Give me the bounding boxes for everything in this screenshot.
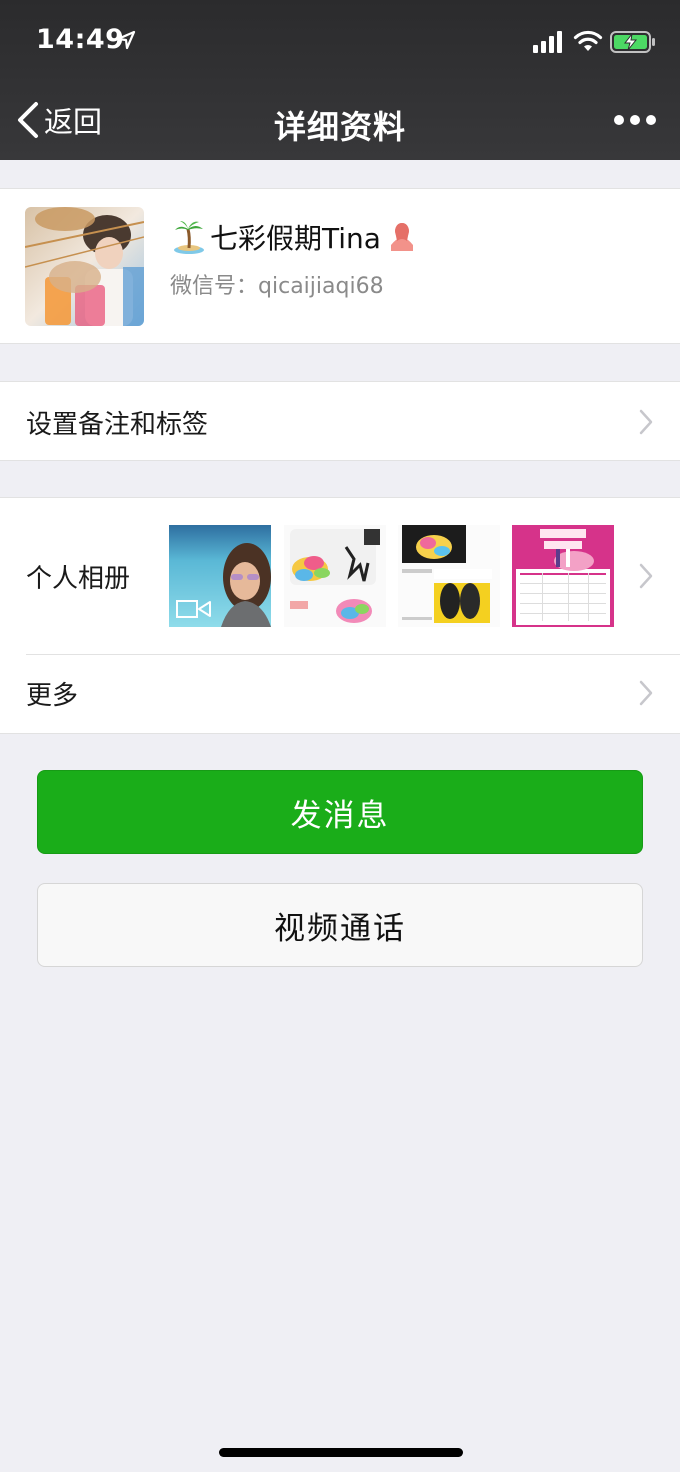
album-thumbnail[interactable]: [512, 525, 614, 627]
wechat-id-value: qicaijiaqi68: [258, 274, 384, 299]
top-bar: 14:49 返回 详细资料: [0, 0, 680, 160]
album-group: 个人相册 更多: [0, 497, 680, 734]
wechat-id-row: 微信号：qicaijiaqi68: [170, 268, 384, 300]
home-indicator[interactable]: [219, 1448, 463, 1457]
profile-name: 七彩假期Tina: [210, 222, 381, 255]
personal-album-label: 个人相册: [26, 564, 131, 594]
chevron-left-icon: [18, 102, 38, 138]
navigation-bar: 返回 详细资料: [0, 84, 680, 160]
album-thumbnail[interactable]: [398, 525, 500, 627]
video-camera-icon: [176, 600, 211, 618]
more-label: 更多: [26, 681, 79, 711]
chevron-right-icon: [639, 563, 653, 589]
cellular-signal-icon: [533, 31, 562, 53]
location-arrow-icon: [116, 30, 136, 50]
status-time: 14:49: [36, 24, 125, 55]
personal-album-row[interactable]: 个人相册: [0, 498, 680, 654]
back-button[interactable]: 返回: [14, 98, 102, 142]
more-row[interactable]: 更多: [0, 655, 680, 735]
chevron-right-icon: [639, 409, 653, 435]
wechat-id-label: 微信号：: [170, 274, 259, 299]
remark-and-tags-row[interactable]: 设置备注和标签: [0, 381, 680, 461]
name-row: 七彩假期Tina: [172, 217, 419, 257]
back-label: 返回: [44, 105, 103, 139]
remark-and-tags-label: 设置备注和标签: [26, 410, 209, 440]
send-message-button[interactable]: 发消息: [37, 770, 643, 854]
album-thumbnail[interactable]: [169, 525, 271, 627]
album-thumbnail[interactable]: [284, 525, 386, 627]
video-call-button[interactable]: 视频通话: [37, 883, 643, 967]
palm-island-icon: [174, 221, 204, 254]
more-dots-icon[interactable]: [614, 108, 656, 132]
battery-charging-icon: [610, 31, 655, 53]
chevron-right-icon: [639, 680, 653, 706]
avatar[interactable]: [25, 207, 144, 326]
female-icon: [390, 223, 413, 251]
wifi-icon: [573, 30, 603, 51]
profile-card: 七彩假期Tina 微信号：qicaijiaqi68: [0, 188, 680, 344]
status-bar: 14:49: [0, 0, 680, 84]
